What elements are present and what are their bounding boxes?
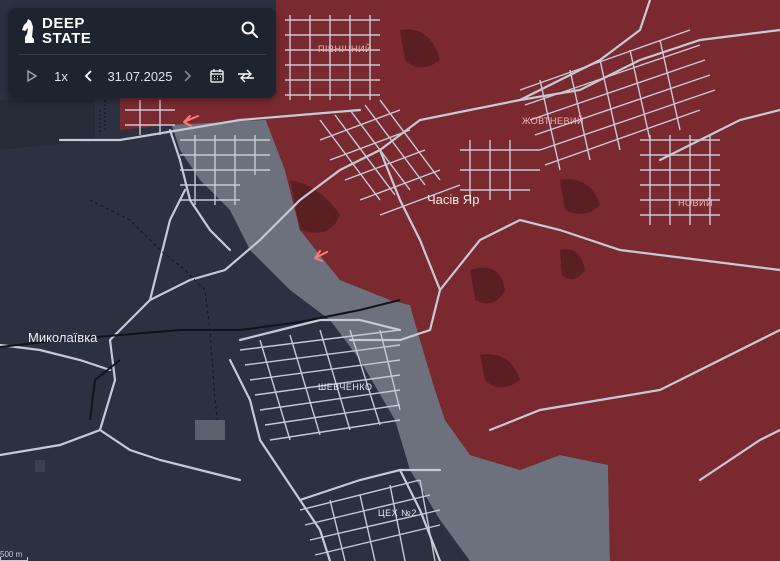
compare-icon	[238, 69, 254, 83]
map-label-mykolaivka: Миколаївка	[28, 330, 98, 345]
search-button[interactable]	[240, 20, 260, 40]
prev-date-button[interactable]	[82, 66, 96, 86]
play-icon	[27, 70, 38, 82]
map-label-shevchenko: ШЕВЧЕНКО	[318, 382, 373, 392]
chevron-left-icon	[84, 70, 92, 82]
map-label-tsekh2: ЦЕХ №2	[378, 508, 417, 518]
building-marker	[35, 460, 45, 472]
panel-divider	[18, 54, 266, 55]
brand-line-2: STATE	[42, 30, 92, 47]
brand-logo[interactable]: DEEP STATE	[22, 16, 91, 46]
search-icon	[241, 21, 258, 38]
brand-line-1: DEEP	[42, 15, 85, 32]
calendar-icon	[210, 69, 224, 83]
map-label-zhovtnevyi: ЖОВТНЕВИЙ	[522, 116, 584, 126]
control-panel: DEEP STATE 1x 31.07.2025	[8, 8, 276, 98]
date-display[interactable]: 31.07.2025	[104, 66, 176, 86]
map-label-chasiv-yar: Часів Яр	[427, 192, 480, 207]
map-label-novyi: НОВИЙ	[678, 198, 713, 208]
next-date-button[interactable]	[180, 66, 194, 86]
speed-button[interactable]: 1x	[50, 66, 72, 86]
play-button[interactable]	[24, 66, 40, 86]
knight-icon	[22, 19, 34, 43]
terrain-block	[195, 420, 225, 440]
compare-button[interactable]	[236, 66, 256, 86]
map-label-pivnichnyi: ПІВНІЧНИЙ	[318, 44, 372, 54]
chevron-right-icon	[184, 70, 192, 82]
scale-bar	[0, 557, 28, 561]
calendar-button[interactable]	[208, 66, 226, 86]
